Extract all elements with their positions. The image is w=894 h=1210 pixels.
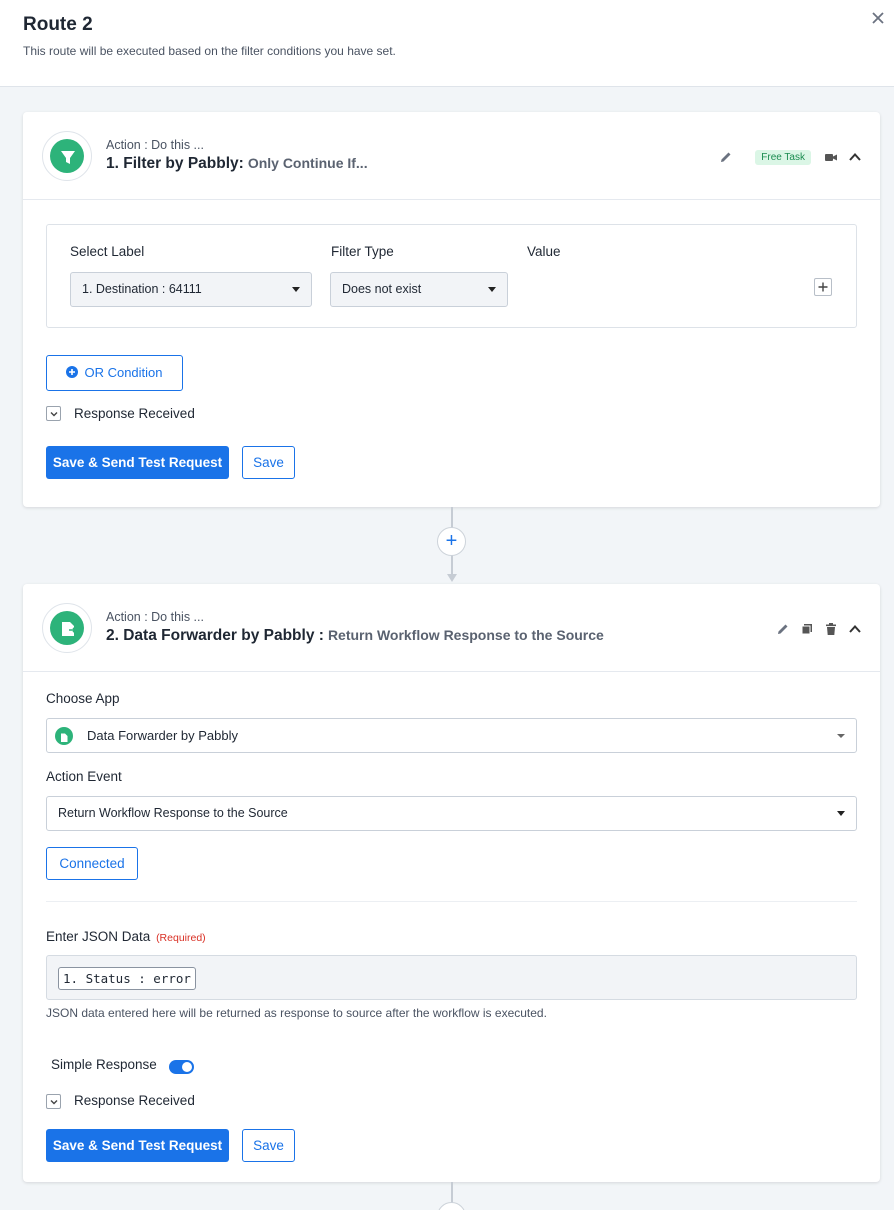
response-received-label: Response Received — [74, 1093, 195, 1108]
close-icon[interactable] — [870, 10, 886, 26]
filter-type-header: Filter Type — [331, 244, 394, 259]
step-tools — [776, 620, 862, 638]
step-title-main: 1. Filter by Pabbly: — [106, 155, 244, 172]
select-label-header: Select Label — [70, 244, 145, 259]
save-send-test-button[interactable]: Save & Send Test Request — [46, 446, 229, 479]
select-label-dropdown[interactable]: 1. Destination : 64111 — [70, 272, 312, 307]
data-forwarder-small-icon — [55, 727, 73, 745]
filter-condition-box: Select Label Filter Type Value 1. Destin… — [46, 224, 857, 328]
action-event-dropdown[interactable]: Return Workflow Response to the Source — [46, 796, 857, 831]
chevron-down-icon — [292, 287, 300, 292]
divider — [46, 901, 857, 902]
step-title: 2. Data Forwarder by Pabbly : Return Work… — [106, 627, 604, 645]
simple-response-toggle[interactable] — [169, 1060, 194, 1074]
step-tools: Free Task — [719, 148, 862, 166]
filter-step-card: Action : Do this ... 1. Filter by Pabbly… — [23, 112, 880, 507]
or-condition-label: OR Condition — [84, 365, 163, 380]
page-subtitle: This route will be executed based on the… — [23, 44, 396, 58]
value-header: Value — [527, 244, 561, 259]
required-label: (Required) — [156, 932, 206, 944]
action-kicker: Action : Do this ... — [106, 610, 204, 624]
filter-app-logo — [42, 131, 92, 181]
choose-app-dropdown[interactable]: Data Forwarder by Pabbly — [46, 718, 857, 753]
data-forwarder-step-card: Action : Do this ... 2. Data Forwarder b… — [23, 584, 880, 1182]
step-title-sub: Return Workflow Response to the Source — [327, 627, 604, 643]
route-header: Route 2 This route will be executed base… — [0, 0, 894, 87]
select-label-value: 1. Destination : 64111 — [82, 282, 202, 296]
save-send-test-button[interactable]: Save & Send Test Request — [46, 1129, 229, 1162]
filter-type-value: Does not exist — [342, 282, 422, 296]
chevron-down-icon — [837, 734, 845, 738]
connected-button[interactable]: Connected — [46, 847, 138, 880]
pencil-icon[interactable] — [776, 622, 790, 636]
chevron-up-icon[interactable] — [848, 622, 862, 636]
response-received-toggle[interactable] — [46, 1094, 61, 1109]
add-step-button-partial[interactable] — [437, 1202, 466, 1210]
action-event-value: Return Workflow Response to the Source — [58, 806, 288, 820]
step-title: 1. Filter by Pabbly: Only Continue If... — [106, 155, 368, 173]
pencil-icon[interactable] — [719, 150, 733, 164]
save-button[interactable]: Save — [242, 1129, 295, 1162]
connector-arrow-icon — [447, 574, 457, 582]
choose-app-value: Data Forwarder by Pabbly — [87, 728, 239, 743]
free-task-badge: Free Task — [755, 149, 811, 165]
video-icon[interactable] — [824, 150, 838, 164]
response-received-toggle[interactable] — [46, 406, 61, 421]
action-event-label: Action Event — [46, 769, 122, 784]
add-condition-button[interactable] — [814, 278, 832, 296]
chevron-down-icon — [50, 1100, 58, 1105]
filter-type-dropdown[interactable]: Does not exist — [330, 272, 508, 307]
chevron-down-icon — [50, 412, 58, 417]
data-forwarder-step-header[interactable]: Action : Do this ... 2. Data Forwarder b… — [23, 584, 880, 672]
page-title: Route 2 — [23, 14, 93, 35]
forward-doc-icon — [62, 622, 77, 636]
filter-icon — [61, 151, 75, 164]
plus-icon — [818, 282, 828, 292]
simple-response-label: Simple Response — [51, 1057, 157, 1072]
save-button[interactable]: Save — [242, 446, 295, 479]
add-step-button[interactable]: + — [437, 527, 466, 556]
action-kicker: Action : Do this ... — [106, 138, 204, 152]
response-received-label: Response Received — [74, 406, 195, 421]
chevron-down-icon — [837, 811, 845, 816]
copy-icon[interactable] — [800, 622, 814, 636]
json-label-text: Enter JSON Data — [46, 929, 151, 944]
or-condition-button[interactable]: OR Condition — [46, 355, 183, 391]
json-data-label: Enter JSON Data (Required) — [46, 929, 206, 944]
json-token-chip[interactable]: 1. Status : error — [58, 967, 196, 990]
step-title-sub: Only Continue If... — [247, 155, 368, 171]
data-forwarder-app-logo — [42, 603, 92, 653]
filter-step-header[interactable]: Action : Do this ... 1. Filter by Pabbly… — [23, 112, 880, 200]
chevron-up-icon[interactable] — [848, 150, 862, 164]
chevron-down-icon — [488, 287, 496, 292]
trash-icon[interactable] — [824, 622, 838, 636]
json-data-input[interactable]: 1. Status : error — [46, 955, 857, 1000]
plus-circle-icon — [66, 366, 79, 378]
choose-app-label: Choose App — [46, 691, 120, 706]
step-title-main: 2. Data Forwarder by Pabbly : — [106, 627, 324, 644]
json-help-text: JSON data entered here will be returned … — [46, 1006, 547, 1020]
